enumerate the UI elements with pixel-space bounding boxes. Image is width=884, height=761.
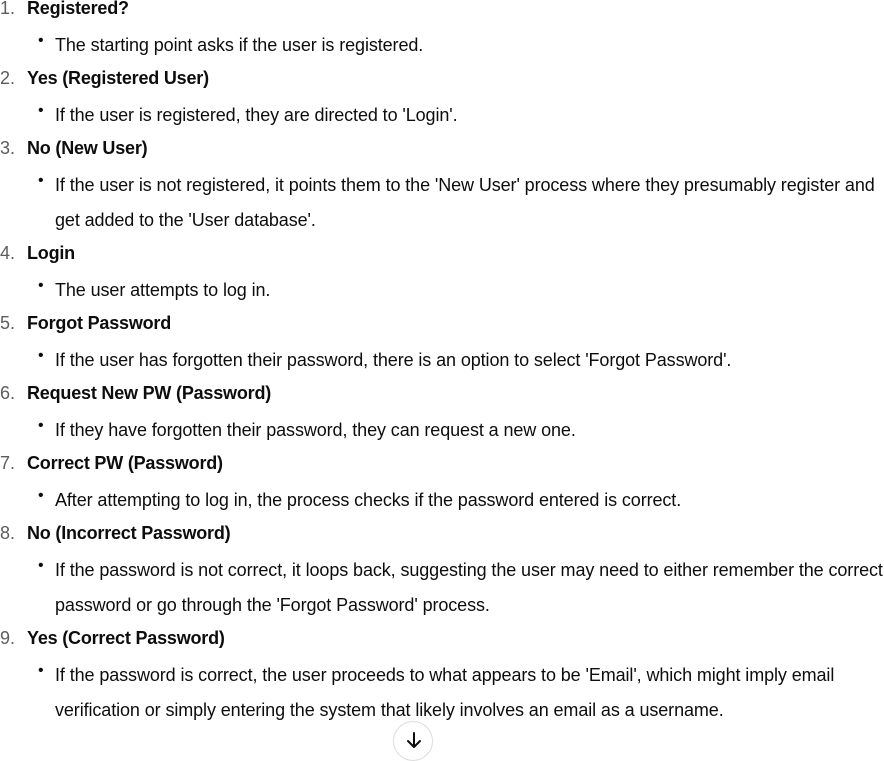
item-description: If the password is correct, the user pro… — [55, 665, 835, 720]
item-title: Forgot Password — [27, 313, 172, 333]
item-title: No (New User) — [27, 138, 148, 158]
item-description: If they have forgotten their password, t… — [55, 420, 576, 440]
sub-list-item: • If the user is not registered, it poin… — [38, 168, 884, 238]
sub-list: • If the password is not correct, it loo… — [27, 553, 884, 623]
item-title: Login — [27, 243, 75, 263]
bullet-icon: • — [38, 277, 44, 294]
item-number: 3. — [0, 138, 16, 158]
item-number: 1. — [0, 0, 16, 18]
bullet-icon: • — [38, 347, 44, 364]
item-number: 8. — [0, 523, 16, 543]
list-item: 8. No (Incorrect Password) • If the pass… — [0, 518, 884, 623]
list-item: 7. Correct PW (Password) • After attempt… — [0, 448, 884, 518]
sub-list-item: • If the user is registered, they are di… — [38, 98, 884, 133]
item-heading: 6. Request New PW (Password) — [0, 378, 884, 413]
sub-list: • If the user has forgotten their passwo… — [27, 343, 884, 378]
item-number: 7. — [0, 453, 16, 473]
list-item: 4. Login • The user attempts to log in. — [0, 238, 884, 308]
item-number: 6. — [0, 383, 16, 403]
arrow-down-icon — [407, 732, 421, 748]
sub-list-item: • The user attempts to log in. — [38, 273, 884, 308]
bullet-icon: • — [38, 172, 44, 189]
sub-list-item: • If the password is correct, the user p… — [38, 658, 884, 728]
sub-list: • If the user is not registered, it poin… — [27, 168, 884, 238]
item-title: Registered? — [27, 0, 129, 18]
list-item: 3. No (New User) • If the user is not re… — [0, 133, 884, 238]
item-description: If the password is not correct, it loops… — [55, 560, 883, 615]
item-heading: 4. Login — [0, 238, 884, 273]
item-title: No (Incorrect Password) — [27, 523, 231, 543]
sub-list: • If the user is registered, they are di… — [27, 98, 884, 133]
item-description: If the user is not registered, it points… — [55, 175, 875, 230]
item-heading: 3. No (New User) — [0, 133, 884, 168]
sub-list-item: • If they have forgotten their password,… — [38, 413, 884, 448]
sub-list: • If the password is correct, the user p… — [27, 658, 884, 728]
bullet-icon: • — [38, 557, 44, 574]
item-number: 2. — [0, 68, 16, 88]
item-heading: 7. Correct PW (Password) — [0, 448, 884, 483]
item-title: Yes (Registered User) — [27, 68, 209, 88]
item-number: 5. — [0, 313, 16, 333]
sub-list: • If they have forgotten their password,… — [27, 413, 884, 448]
item-title: Yes (Correct Password) — [27, 628, 225, 648]
item-title: Correct PW (Password) — [27, 453, 223, 473]
scroll-to-bottom-button[interactable] — [393, 721, 433, 761]
item-description: The starting point asks if the user is r… — [55, 35, 424, 55]
bullet-icon: • — [38, 417, 44, 434]
item-description: If the user is registered, they are dire… — [55, 105, 458, 125]
item-heading: 8. No (Incorrect Password) — [0, 518, 884, 553]
sub-list-item: • The starting point asks if the user is… — [38, 28, 884, 63]
list-item: 1. Registered? • The starting point asks… — [0, 0, 884, 63]
item-title: Request New PW (Password) — [27, 383, 272, 403]
list-item: 9. Yes (Correct Password) • If the passw… — [0, 623, 884, 728]
sub-list-item: • If the password is not correct, it loo… — [38, 553, 884, 623]
item-heading: 1. Registered? — [0, 0, 884, 28]
sub-list: • The user attempts to log in. — [27, 273, 884, 308]
list-item: 6. Request New PW (Password) • If they h… — [0, 378, 884, 448]
sub-list: • After attempting to log in, the proces… — [27, 483, 884, 518]
list-item: 5. Forgot Password • If the user has for… — [0, 308, 884, 378]
sub-list: • The starting point asks if the user is… — [27, 28, 884, 63]
list-item: 2. Yes (Registered User) • If the user i… — [0, 63, 884, 133]
bullet-icon: • — [38, 487, 44, 504]
item-description: The user attempts to log in. — [55, 280, 271, 300]
item-heading: 2. Yes (Registered User) — [0, 63, 884, 98]
item-number: 4. — [0, 243, 16, 263]
item-heading: 9. Yes (Correct Password) — [0, 623, 884, 658]
item-description: After attempting to log in, the process … — [55, 490, 682, 510]
bullet-icon: • — [38, 32, 44, 49]
step-list: 1. Registered? • The starting point asks… — [0, 0, 884, 728]
bullet-icon: • — [38, 102, 44, 119]
item-description: If the user has forgotten their password… — [55, 350, 732, 370]
item-number: 9. — [0, 628, 16, 648]
sub-list-item: • After attempting to log in, the proces… — [38, 483, 884, 518]
bullet-icon: • — [38, 662, 44, 679]
sub-list-item: • If the user has forgotten their passwo… — [38, 343, 884, 378]
item-heading: 5. Forgot Password — [0, 308, 884, 343]
